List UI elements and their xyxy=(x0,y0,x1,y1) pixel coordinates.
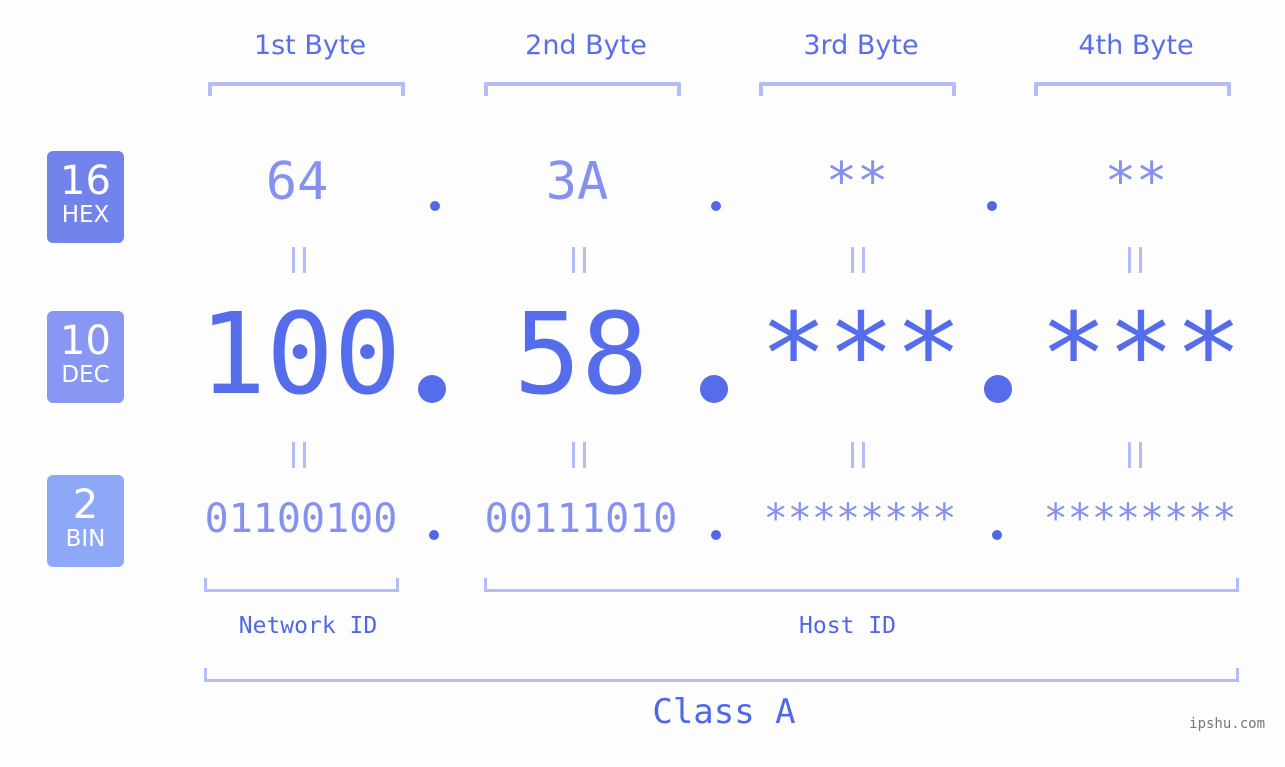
bin-byte-1: 01100100 xyxy=(204,496,398,542)
network-id-label: Network ID xyxy=(238,613,378,639)
byte-header-3: 3rd Byte xyxy=(803,30,919,61)
class-bracket xyxy=(204,668,1239,682)
hex-byte-1: 64 xyxy=(265,152,329,212)
byte-bracket-2 xyxy=(484,82,681,96)
byte-bracket-1 xyxy=(208,82,405,96)
hex-dot-1 xyxy=(430,201,440,211)
bin-byte-4: ******** xyxy=(1043,496,1237,542)
equals-icon xyxy=(292,442,306,468)
bin-byte-2: 00111010 xyxy=(484,496,678,542)
hex-byte-3: ** xyxy=(825,152,889,212)
bin-badge-label: BIN xyxy=(65,526,106,552)
equals-icon xyxy=(572,442,586,468)
byte-header-1: 1st Byte xyxy=(253,30,367,61)
byte-bracket-3 xyxy=(759,82,956,96)
dec-dot-2 xyxy=(700,375,728,403)
byte-bracket-4 xyxy=(1034,82,1231,96)
host-id-bracket xyxy=(484,578,1239,592)
dec-badge-number: 10 xyxy=(60,318,111,364)
bin-dot-1 xyxy=(429,530,439,540)
bin-badge-number: 2 xyxy=(72,482,99,528)
equals-icon xyxy=(292,247,306,273)
dec-dot-1 xyxy=(418,375,446,403)
dec-byte-2: 58 xyxy=(513,290,649,420)
hex-dot-2 xyxy=(711,201,721,211)
class-label: Class A xyxy=(652,692,796,732)
byte-header-2: 2nd Byte xyxy=(525,30,647,61)
bin-dot-2 xyxy=(711,530,721,540)
equals-icon xyxy=(851,247,865,273)
dec-byte-3: *** xyxy=(759,290,963,420)
dec-badge-label: DEC xyxy=(61,362,110,388)
hex-badge: 16 HEX xyxy=(47,151,124,243)
hex-badge-label: HEX xyxy=(61,202,110,228)
dec-badge: 10 DEC xyxy=(47,311,124,403)
equals-icon xyxy=(572,247,586,273)
hex-badge-number: 16 xyxy=(60,158,111,204)
watermark: ipshu.com xyxy=(1189,716,1265,732)
bin-byte-3: ******** xyxy=(763,496,957,542)
byte-header-4: 4th Byte xyxy=(1078,30,1194,61)
hex-byte-4: ** xyxy=(1104,152,1168,212)
equals-icon xyxy=(1128,247,1142,273)
equals-icon xyxy=(851,442,865,468)
hex-byte-2: 3A xyxy=(545,152,609,212)
dec-byte-4: *** xyxy=(1039,290,1243,420)
bin-dot-3 xyxy=(992,530,1002,540)
dec-dot-3 xyxy=(984,375,1012,403)
network-id-bracket xyxy=(204,578,399,592)
bin-badge: 2 BIN xyxy=(47,475,124,567)
dec-byte-1: 100 xyxy=(198,290,402,420)
host-id-label: Host ID xyxy=(799,613,896,639)
hex-dot-3 xyxy=(987,201,997,211)
equals-icon xyxy=(1128,442,1142,468)
